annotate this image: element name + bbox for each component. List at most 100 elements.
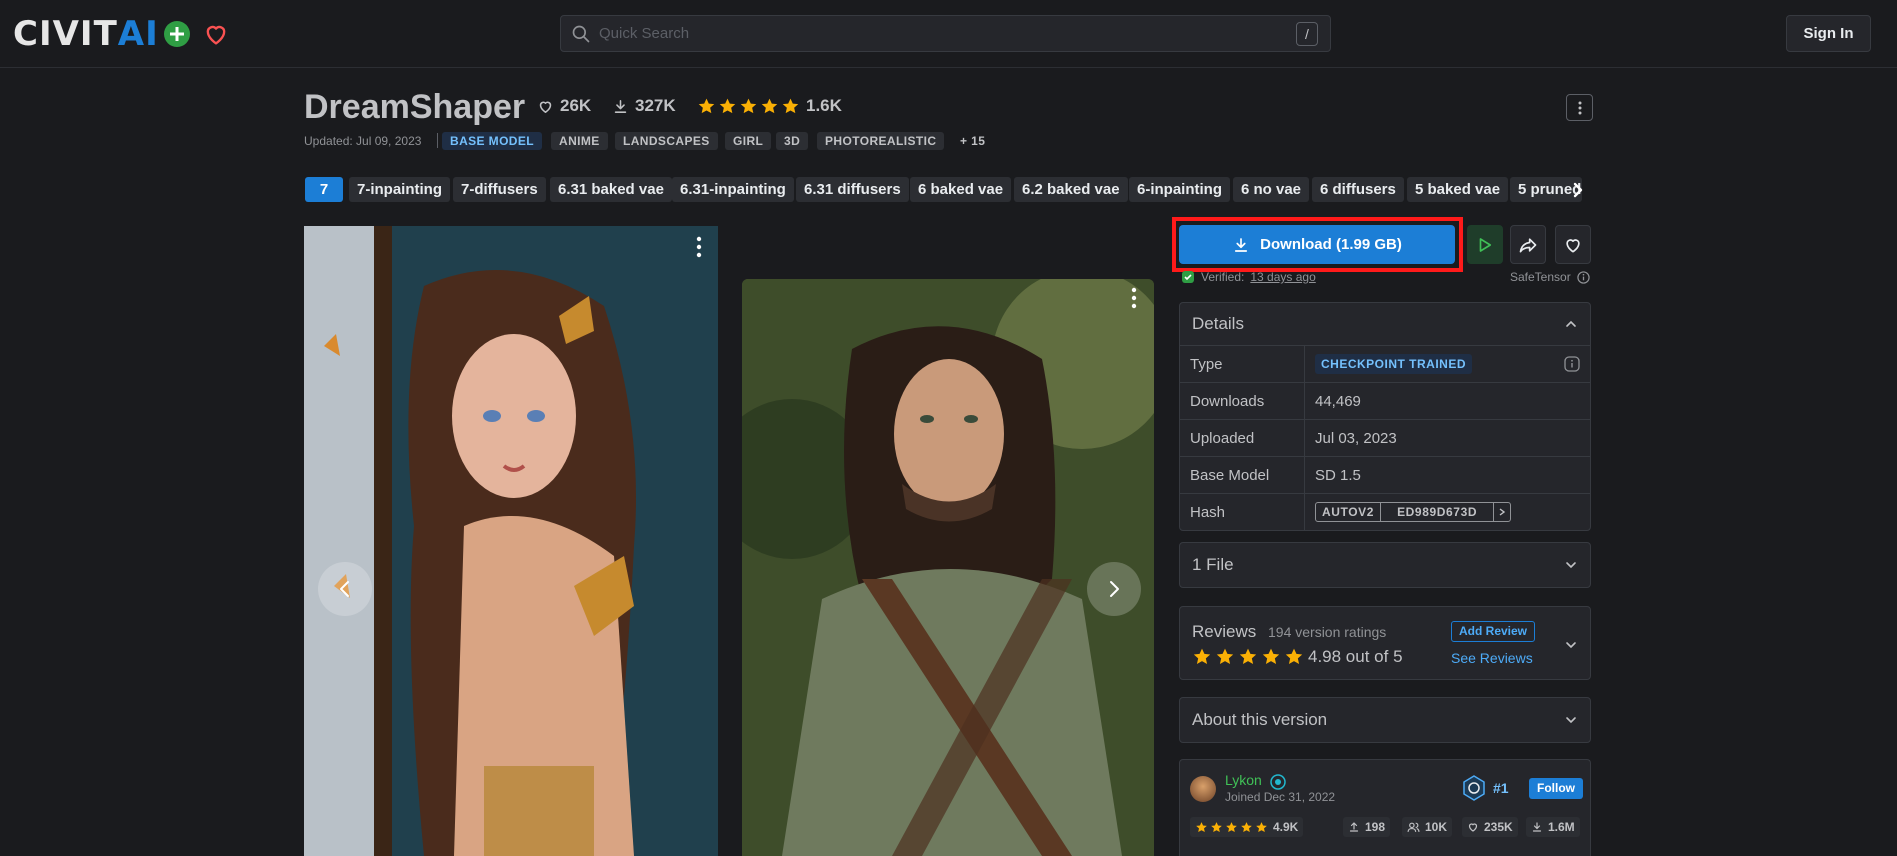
favorite-button[interactable] bbox=[1555, 225, 1591, 264]
see-reviews-link[interactable]: See Reviews bbox=[1451, 650, 1533, 666]
download-icon bbox=[1232, 236, 1250, 254]
chevron-up-icon bbox=[1564, 317, 1578, 331]
about-version-card[interactable]: About this version bbox=[1179, 697, 1591, 743]
image-menu-icon[interactable] bbox=[1130, 287, 1138, 309]
heart-icon bbox=[1563, 235, 1583, 255]
search-input[interactable] bbox=[599, 16, 1259, 51]
star-icon bbox=[1211, 821, 1222, 832]
version-tab[interactable]: 7-diffusers bbox=[453, 177, 546, 202]
sign-in-button[interactable]: Sign In bbox=[1786, 15, 1871, 52]
details-row-downloads: Downloads 44,469 bbox=[1180, 382, 1590, 419]
creator-followers: 10K bbox=[1402, 817, 1453, 837]
gallery-image-woman-butterflies[interactable] bbox=[304, 226, 718, 856]
divider bbox=[437, 133, 438, 148]
star-icon bbox=[761, 98, 778, 113]
details-value: SD 1.5 bbox=[1315, 466, 1361, 484]
creator-rating-stars bbox=[1195, 821, 1268, 834]
version-tab[interactable]: 6-inpainting bbox=[1129, 177, 1230, 202]
follow-button[interactable]: Follow bbox=[1529, 778, 1583, 799]
star-icon bbox=[1262, 648, 1280, 664]
hash-copy-box[interactable]: AUTOV2 ED989D673D bbox=[1315, 502, 1512, 522]
carousel-next-button[interactable] bbox=[1087, 562, 1141, 616]
creator-joined: Joined Dec 31, 2022 bbox=[1225, 790, 1336, 804]
heart-icon bbox=[537, 98, 554, 115]
hash-type[interactable]: AUTOV2 bbox=[1316, 503, 1380, 521]
files-card[interactable]: 1 File bbox=[1179, 542, 1591, 588]
creator-card: Lykon Joined Dec 31, 2022 #1 Follow 4.9K… bbox=[1179, 759, 1591, 856]
chevron-right-icon[interactable] bbox=[1493, 503, 1510, 521]
civitai-logo[interactable]: CIVIT AI bbox=[13, 14, 159, 54]
version-tab[interactable]: 6.31 diffusers bbox=[796, 177, 909, 202]
creator-name-link[interactable]: Lykon bbox=[1225, 772, 1262, 788]
verified-time-link[interactable]: 13 days ago bbox=[1250, 270, 1315, 284]
reviews-heading: Reviews bbox=[1192, 622, 1257, 641]
details-row-uploaded: Uploaded Jul 03, 2023 bbox=[1180, 419, 1590, 456]
create-plus-icon[interactable] bbox=[163, 20, 191, 48]
version-tab[interactable]: 6 baked vae bbox=[910, 177, 1012, 202]
download-icon bbox=[1531, 821, 1543, 833]
version-tab[interactable]: 6 diffusers bbox=[1312, 177, 1404, 202]
shield-check-icon bbox=[1181, 270, 1195, 284]
reviews-count: 194 version ratings bbox=[1268, 624, 1387, 640]
search-shortcut-key: / bbox=[1296, 22, 1318, 46]
uploads-count: 198 bbox=[1365, 820, 1386, 834]
details-value: 44,469 bbox=[1315, 392, 1361, 410]
scroll-right-arrow-icon[interactable] bbox=[1570, 181, 1586, 199]
version-tab[interactable]: 7-inpainting bbox=[349, 177, 450, 202]
tag-photorealistic[interactable]: PHOTOREALISTIC bbox=[817, 132, 945, 150]
details-key: Type bbox=[1180, 346, 1305, 382]
info-icon[interactable] bbox=[1564, 356, 1580, 372]
heart-support-icon[interactable] bbox=[202, 20, 230, 48]
tag-anime[interactable]: ANIME bbox=[551, 132, 608, 150]
add-review-button[interactable]: Add Review bbox=[1451, 621, 1536, 642]
version-tab[interactable]: 7 bbox=[305, 177, 343, 202]
version-tab[interactable]: 6 no vae bbox=[1233, 177, 1310, 202]
star-icon bbox=[1241, 821, 1252, 832]
run-model-button[interactable] bbox=[1467, 225, 1503, 264]
hash-value[interactable]: ED989D673D bbox=[1380, 503, 1493, 521]
more-options-button[interactable] bbox=[1566, 94, 1593, 121]
about-heading: About this version bbox=[1192, 710, 1328, 729]
downloads-count: 327K bbox=[635, 96, 676, 115]
rating-stat[interactable]: 1.6K bbox=[697, 96, 842, 116]
verified-status: Verified: 13 days ago bbox=[1181, 270, 1316, 284]
gallery-image-man-portrait[interactable] bbox=[742, 279, 1154, 856]
more-tags[interactable]: + 15 bbox=[952, 132, 993, 150]
share-button[interactable] bbox=[1510, 225, 1546, 264]
avatar[interactable] bbox=[1190, 776, 1216, 802]
star-icon bbox=[719, 98, 736, 113]
creator-likes: 235K bbox=[1462, 817, 1518, 837]
tag-girl[interactable]: GIRL bbox=[725, 132, 772, 150]
verified-creator-icon bbox=[1270, 774, 1286, 790]
files-heading: 1 File bbox=[1192, 555, 1234, 574]
likes-stat: 26K bbox=[537, 96, 591, 116]
share-icon bbox=[1518, 235, 1538, 255]
version-tab[interactable]: 6.31 baked vae bbox=[550, 177, 672, 202]
users-icon bbox=[1407, 821, 1420, 834]
version-tab[interactable]: 6.31-inpainting bbox=[672, 177, 794, 202]
details-header[interactable]: Details bbox=[1180, 303, 1590, 345]
carousel-prev-button[interactable] bbox=[318, 562, 372, 616]
quick-search-box[interactable]: / bbox=[560, 15, 1331, 52]
download-button[interactable]: Download (1.99 GB) bbox=[1179, 225, 1455, 264]
star-icon bbox=[1226, 821, 1237, 832]
likes-count: 26K bbox=[560, 96, 592, 115]
image-menu-icon[interactable] bbox=[695, 236, 703, 258]
play-icon bbox=[1476, 236, 1494, 254]
star-icon bbox=[1193, 648, 1211, 664]
details-key: Hash bbox=[1180, 494, 1305, 530]
logo-text-civit: CIVIT bbox=[13, 14, 118, 54]
downloads-count: 1.6M bbox=[1548, 820, 1575, 834]
tag-landscapes[interactable]: LANDSCAPES bbox=[615, 132, 718, 150]
version-tab[interactable]: 6.2 baked vae bbox=[1014, 177, 1128, 202]
version-tab[interactable]: 5 baked vae bbox=[1407, 177, 1509, 202]
file-format-label: SafeTensor bbox=[1510, 270, 1571, 284]
chevron-down-icon bbox=[1564, 558, 1578, 572]
star-icon bbox=[782, 98, 799, 113]
star-icon bbox=[1196, 821, 1207, 832]
tag-3d[interactable]: 3D bbox=[776, 132, 809, 150]
info-icon[interactable] bbox=[1577, 270, 1590, 284]
details-key: Base Model bbox=[1180, 457, 1305, 493]
chevron-down-icon[interactable] bbox=[1564, 638, 1578, 652]
reviews-stars bbox=[1192, 647, 1304, 667]
